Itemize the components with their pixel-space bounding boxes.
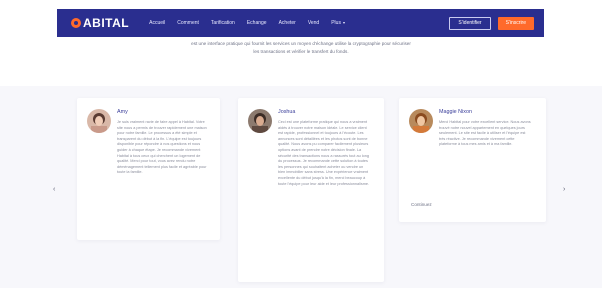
navbar: ABITAL Accueil Comment Tarification Echa… bbox=[57, 9, 544, 37]
nav-link-vend[interactable]: Vend bbox=[308, 20, 319, 26]
nav-links: Accueil Comment Tarification Echange Ach… bbox=[149, 20, 357, 26]
nav-link-plus[interactable]: Plus ▾ bbox=[331, 20, 345, 26]
nav-plus-label: Plus bbox=[331, 20, 341, 26]
prev-arrow-icon[interactable]: ‹ bbox=[53, 186, 55, 193]
testimonial-name: Joshua bbox=[278, 109, 296, 115]
testimonial-name: Maggie Nixon bbox=[439, 109, 472, 115]
register-button[interactable]: S'inscrire bbox=[497, 16, 534, 30]
chevron-down-icon: ▾ bbox=[342, 20, 345, 25]
nav-actions: S'identifier S'inscrire bbox=[449, 16, 534, 30]
avatar bbox=[409, 109, 433, 133]
nav-link-accueil[interactable]: Accueil bbox=[149, 20, 165, 26]
avatar bbox=[248, 109, 272, 133]
testimonial-name: Amy bbox=[117, 109, 128, 115]
sign-in-button[interactable]: S'identifier bbox=[449, 16, 491, 30]
logo[interactable]: ABITAL bbox=[71, 16, 129, 30]
continue-link[interactable]: Continuez bbox=[411, 202, 432, 207]
intro-line-2: les transactions et vérifier le transfer… bbox=[253, 49, 349, 54]
logo-text: ABITAL bbox=[83, 16, 130, 30]
logo-icon bbox=[71, 18, 81, 28]
nav-link-echange[interactable]: Echange bbox=[247, 20, 267, 26]
testimonial-card: Joshua Ceci est une plateforme pratique … bbox=[238, 98, 384, 282]
testimonial-card: Amy Je suis vraiment ravie de faire appe… bbox=[77, 98, 220, 240]
next-arrow-icon[interactable]: › bbox=[563, 186, 565, 193]
intro-line-1: est une interface pratique qui fournit l… bbox=[191, 41, 411, 46]
nav-link-comment[interactable]: Comment bbox=[177, 20, 199, 26]
testimonial-text: Ceci est une plateforme pratique qui nou… bbox=[278, 120, 370, 186]
testimonial-card: Maggie Nixon Merci Habital pour votre ex… bbox=[399, 98, 546, 222]
testimonial-text: Merci Habital pour votre excellent servi… bbox=[439, 120, 531, 147]
intro-text: est une interface pratique qui fournit l… bbox=[0, 40, 602, 56]
testimonial-text: Je suis vraiment ravie de faire appel à … bbox=[117, 120, 207, 175]
nav-link-acheter[interactable]: Acheter bbox=[279, 20, 296, 26]
nav-link-tarification[interactable]: Tarification bbox=[211, 20, 235, 26]
avatar bbox=[87, 109, 111, 133]
